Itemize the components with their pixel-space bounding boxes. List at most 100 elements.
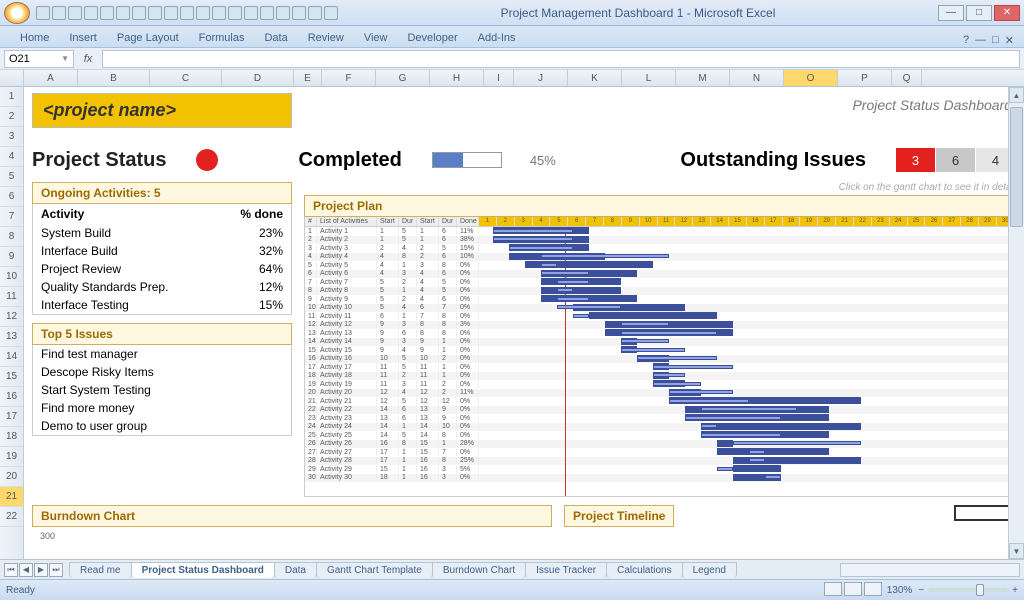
close-workbook-icon[interactable]: ✕ [1005, 34, 1014, 47]
ribbon-tab-add-ins[interactable]: Add-Ins [468, 29, 526, 47]
column-header-J[interactable]: J [514, 70, 568, 86]
row-header-6[interactable]: 6 [0, 187, 23, 207]
column-header-E[interactable]: E [294, 70, 322, 86]
sheet-tab-gantt-chart-template[interactable]: Gantt Chart Template [316, 562, 433, 578]
column-header-Q[interactable]: Q [892, 70, 922, 86]
qat-item[interactable] [180, 6, 194, 20]
column-header-O[interactable]: O [784, 70, 838, 86]
row-header-20[interactable]: 20 [0, 467, 23, 487]
sheet-tab-legend[interactable]: Legend [682, 562, 737, 578]
qat-item[interactable] [276, 6, 290, 20]
horizontal-scrollbar[interactable] [840, 563, 1020, 577]
scroll-thumb[interactable] [1010, 107, 1023, 227]
selected-cell-cursor[interactable] [954, 505, 1010, 521]
row-header-22[interactable]: 22 [0, 507, 23, 527]
fx-icon[interactable]: fx [78, 53, 98, 65]
minimize-button[interactable]: — [938, 5, 964, 21]
tab-nav-prev-icon[interactable]: ◀ [19, 563, 33, 577]
column-header-L[interactable]: L [622, 70, 676, 86]
tab-nav-last-icon[interactable]: ⏭ [49, 563, 63, 577]
row-header-18[interactable]: 18 [0, 427, 23, 447]
row-header-12[interactable]: 12 [0, 307, 23, 327]
sheet-tab-read-me[interactable]: Read me [69, 562, 132, 578]
ribbon-tab-data[interactable]: Data [254, 29, 297, 47]
column-header-A[interactable]: A [24, 70, 78, 86]
dropdown-icon[interactable]: ▼ [61, 54, 69, 63]
sheet-tab-burndown-chart[interactable]: Burndown Chart [432, 562, 526, 578]
maximize-button[interactable]: □ [966, 5, 992, 21]
row-header-11[interactable]: 11 [0, 287, 23, 307]
column-header-M[interactable]: M [676, 70, 730, 86]
qat-item[interactable] [308, 6, 322, 20]
ribbon-tab-developer[interactable]: Developer [397, 29, 467, 47]
tab-nav-next-icon[interactable]: ▶ [34, 563, 48, 577]
qat-more-icon[interactable] [324, 6, 338, 20]
ribbon-minimize-icon[interactable]: — [975, 34, 986, 47]
worksheet-area[interactable]: <project name> Project Status Dashboard … [24, 87, 1024, 559]
office-button[interactable] [4, 2, 30, 24]
page-layout-view-icon[interactable] [844, 582, 862, 596]
tab-nav-first-icon[interactable]: ⏮ [4, 563, 18, 577]
ribbon-tab-home[interactable]: Home [10, 29, 59, 47]
row-header-1[interactable]: 1 [0, 87, 23, 107]
project-name-cell[interactable]: <project name> [32, 93, 292, 128]
row-header-5[interactable]: 5 [0, 167, 23, 187]
ribbon-tab-formulas[interactable]: Formulas [189, 29, 255, 47]
row-header-10[interactable]: 10 [0, 267, 23, 287]
row-header-3[interactable]: 3 [0, 127, 23, 147]
ribbon-tab-insert[interactable]: Insert [59, 29, 107, 47]
column-header-I[interactable]: I [484, 70, 514, 86]
close-button[interactable]: ✕ [994, 5, 1020, 21]
qat-item[interactable] [132, 6, 146, 20]
qat-item[interactable] [116, 6, 130, 20]
ribbon-tab-view[interactable]: View [354, 29, 398, 47]
ribbon-tab-page-layout[interactable]: Page Layout [107, 29, 189, 47]
qat-print-icon[interactable] [84, 6, 98, 20]
row-header-8[interactable]: 8 [0, 227, 23, 247]
column-header-N[interactable]: N [730, 70, 784, 86]
row-header-16[interactable]: 16 [0, 387, 23, 407]
qat-item[interactable] [228, 6, 242, 20]
select-all-corner[interactable] [0, 70, 24, 86]
qat-redo-icon[interactable] [68, 6, 82, 20]
qat-undo-icon[interactable] [52, 6, 66, 20]
qat-item[interactable] [196, 6, 210, 20]
row-header-9[interactable]: 9 [0, 247, 23, 267]
column-header-D[interactable]: D [222, 70, 294, 86]
qat-item[interactable] [100, 6, 114, 20]
page-break-view-icon[interactable] [864, 582, 882, 596]
zoom-level[interactable]: 130% [887, 585, 913, 596]
ribbon-tab-review[interactable]: Review [298, 29, 354, 47]
qat-item[interactable] [164, 6, 178, 20]
qat-item[interactable] [260, 6, 274, 20]
row-header-14[interactable]: 14 [0, 347, 23, 367]
row-header-15[interactable]: 15 [0, 367, 23, 387]
formula-bar[interactable] [102, 50, 1020, 68]
scroll-up-icon[interactable]: ▲ [1009, 87, 1024, 103]
column-header-G[interactable]: G [376, 70, 430, 86]
help-icon[interactable]: ? [963, 34, 969, 47]
row-header-13[interactable]: 13 [0, 327, 23, 347]
column-header-C[interactable]: C [150, 70, 222, 86]
qat-item[interactable] [292, 6, 306, 20]
qat-item[interactable] [148, 6, 162, 20]
sheet-tab-project-status-dashboard[interactable]: Project Status Dashboard [131, 562, 275, 578]
normal-view-icon[interactable] [824, 582, 842, 596]
name-box[interactable]: O21 ▼ [4, 50, 74, 68]
window-restore-icon[interactable]: □ [992, 34, 999, 47]
zoom-in-icon[interactable]: + [1012, 585, 1018, 596]
sheet-tab-issue-tracker[interactable]: Issue Tracker [525, 562, 607, 578]
column-header-P[interactable]: P [838, 70, 892, 86]
zoom-slider[interactable] [928, 588, 1008, 592]
row-header-7[interactable]: 7 [0, 207, 23, 227]
column-header-F[interactable]: F [322, 70, 376, 86]
sheet-tab-data[interactable]: Data [274, 562, 317, 578]
zoom-out-icon[interactable]: − [918, 585, 924, 596]
sheet-tab-calculations[interactable]: Calculations [606, 562, 682, 578]
row-header-2[interactable]: 2 [0, 107, 23, 127]
row-header-4[interactable]: 4 [0, 147, 23, 167]
row-header-21[interactable]: 21 [0, 487, 23, 507]
column-header-H[interactable]: H [430, 70, 484, 86]
qat-save-icon[interactable] [36, 6, 50, 20]
row-header-19[interactable]: 19 [0, 447, 23, 467]
